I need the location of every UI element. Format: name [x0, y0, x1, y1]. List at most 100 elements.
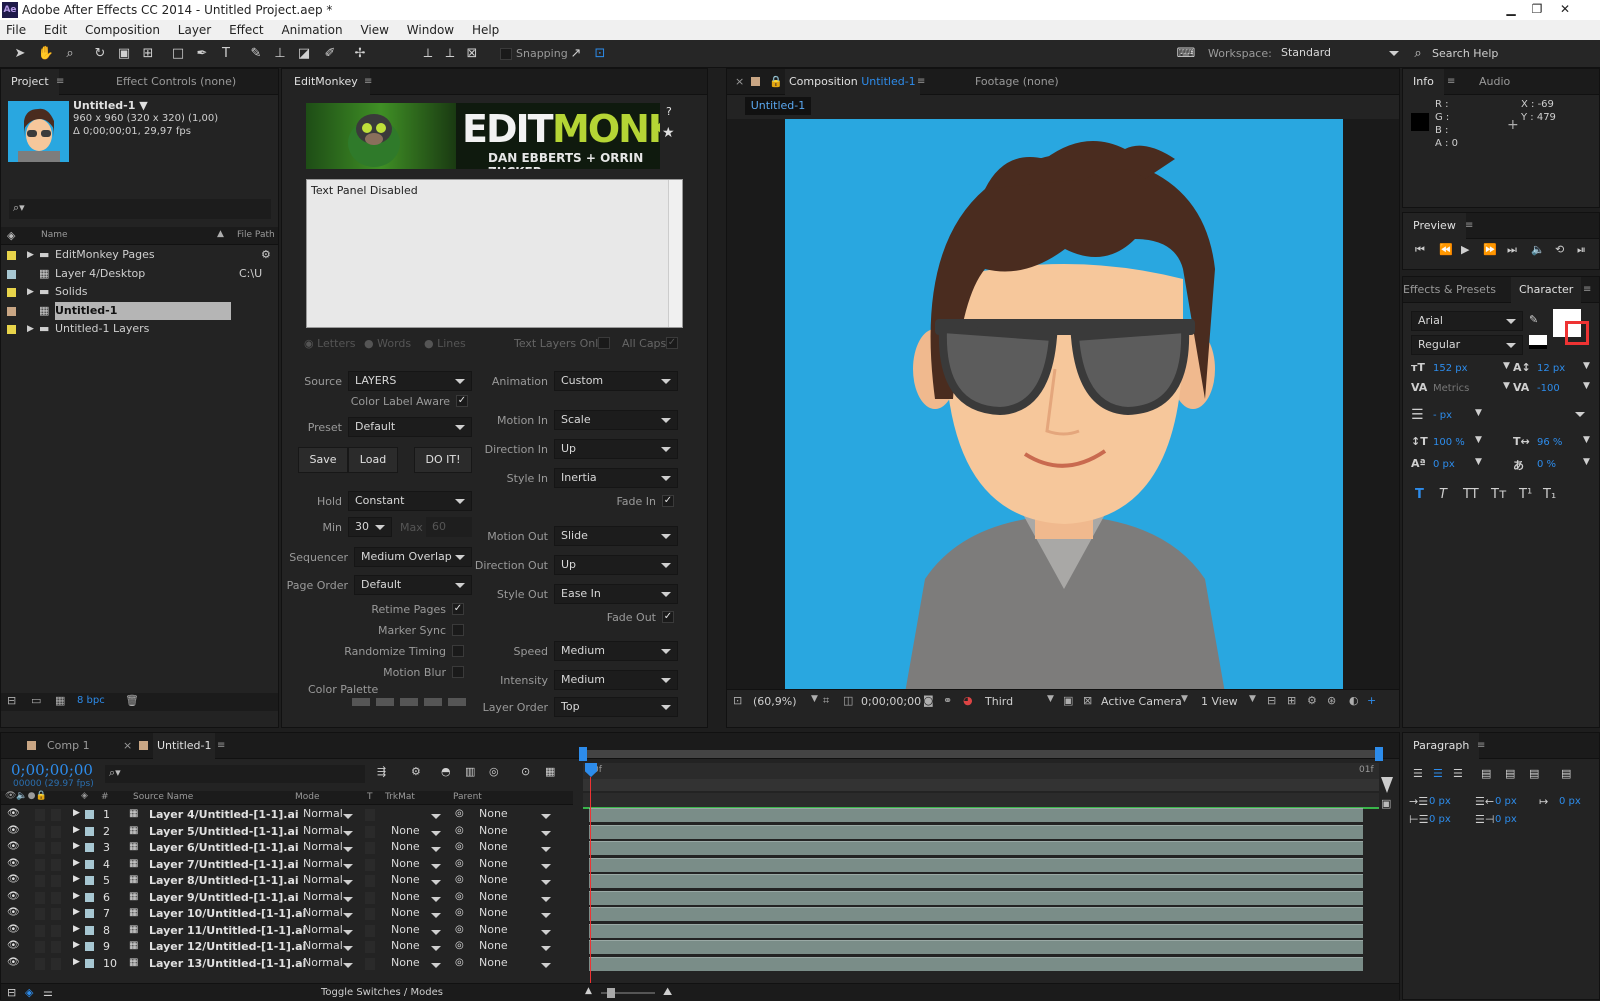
tab-menu-icon[interactable]: ≡ — [1477, 733, 1485, 759]
eyedropper-icon[interactable]: ✎ — [1529, 313, 1538, 326]
zoom-out-icon[interactable]: ▲ — [585, 986, 592, 996]
project-item[interactable]: ▦ Layer 4/Desktop C:\U — [1, 265, 278, 283]
graph-editor-icon[interactable]: ⊙ — [521, 765, 530, 778]
timeline-layer-row[interactable]: 👁 ▶ 6 ▦ Layer 9/Untitled-[1-1].ai Normal None ◎… — [1, 890, 573, 906]
tab-menu-icon[interactable]: ≡ — [1447, 69, 1455, 95]
first-frame-icon[interactable]: ⏮ — [1415, 243, 1425, 257]
views-arrow-icon[interactable]: ▼ — [1249, 694, 1256, 704]
vertical-scale-arrow-icon[interactable]: ▼ — [1475, 435, 1482, 445]
lock-switch[interactable] — [51, 858, 61, 871]
justify-all-icon[interactable]: ▤ — [1561, 767, 1571, 780]
label-color-swatch[interactable] — [7, 288, 16, 297]
vertical-scale-value[interactable]: 100 % — [1433, 437, 1465, 448]
label-color-swatch[interactable] — [7, 269, 16, 279]
subscript-icon[interactable]: T₁ — [1543, 487, 1556, 502]
tab-comp1[interactable]: Comp 1 — [47, 733, 90, 759]
layer-source-name[interactable]: Layer 4/Untitled-[1-1].ai — [149, 808, 299, 821]
show-snapshot-icon[interactable]: ⚭ — [943, 694, 952, 707]
tsume-value[interactable]: 0 % — [1537, 459, 1556, 470]
layer-mode-dropdown[interactable]: Normal — [297, 906, 359, 921]
lock-switch[interactable] — [51, 875, 61, 887]
solo-switch[interactable] — [35, 842, 45, 854]
maximize-icon[interactable]: ❐ — [1524, 1, 1550, 18]
pick-whip-icon[interactable]: ◎ — [455, 841, 464, 852]
preserve-transparency-switch[interactable] — [365, 908, 375, 920]
tab-footage[interactable]: Footage (none) — [975, 69, 1059, 95]
layer-parent-dropdown[interactable]: None — [473, 824, 557, 839]
rectangle-tool-icon[interactable]: □ — [168, 44, 188, 64]
menu-window[interactable]: Window — [407, 23, 454, 37]
favorite-star-icon[interactable]: ★ — [662, 125, 675, 141]
timeline-layer-row[interactable]: 👁 ▶ 2 ▦ Layer 5/Untitled-[1-1].ai Normal None ◎… — [1, 824, 573, 840]
layer-source-name[interactable]: Layer 8/Untitled-[1-1].ai — [149, 874, 299, 887]
style-out-dropdown[interactable]: Ease In — [554, 584, 678, 604]
eye-icon[interactable]: 👁 — [7, 891, 20, 902]
layer-mode-dropdown[interactable]: Normal — [297, 824, 359, 839]
pick-whip-icon[interactable]: ◎ — [455, 957, 464, 968]
transfer-controls-icon[interactable]: ◈ — [25, 986, 33, 999]
col-name[interactable]: Name — [41, 230, 68, 240]
direction-out-dropdown[interactable]: Up — [554, 555, 678, 575]
comp-viewer[interactable] — [727, 119, 1399, 701]
tab-preview[interactable]: Preview — [1403, 213, 1466, 239]
layer-mode-dropdown[interactable]: Normal — [297, 840, 359, 855]
brush-tool-icon[interactable]: ✎ — [246, 44, 266, 64]
region-of-interest-icon[interactable]: ▣ — [1063, 694, 1073, 707]
pick-whip-icon[interactable]: ◎ — [455, 808, 464, 819]
eye-icon[interactable]: 👁 — [7, 907, 20, 918]
preserve-transparency-switch[interactable] — [365, 809, 375, 821]
timeline-layer-row[interactable]: 👁 ▶ 1 ▦ Layer 4/Untitled-[1-1].ai Normal ◎ None — [1, 807, 573, 823]
comp-canvas[interactable] — [785, 119, 1343, 693]
layer-source-name[interactable]: Layer 10/Untitled-[1-1].ai — [149, 907, 306, 920]
layer-trkmat-dropdown[interactable] — [385, 807, 447, 822]
frame-blending-icon[interactable]: ▥ — [465, 765, 475, 778]
expand-twirl-icon[interactable]: ▶ — [73, 808, 80, 818]
tab-menu-icon[interactable]: ≡ — [917, 69, 925, 95]
tsume-arrow-icon[interactable]: ▼ — [1583, 457, 1590, 467]
eye-icon[interactable]: 👁 — [7, 841, 20, 852]
lock-switch[interactable] — [51, 908, 61, 920]
time-ruler[interactable]: 0f 01f — [583, 763, 1379, 779]
tab-menu-icon[interactable]: ≡ — [1465, 213, 1473, 239]
snap-target-icon[interactable]: ⊡ — [590, 44, 610, 64]
layer-duration-bar[interactable] — [589, 824, 1363, 839]
tab-project[interactable]: Project — [1, 69, 59, 95]
preserve-transparency-switch[interactable] — [365, 825, 375, 838]
kerning-value[interactable]: Metrics — [1433, 383, 1469, 394]
pick-whip-icon[interactable]: ◎ — [455, 858, 464, 869]
direction-in-dropdown[interactable]: Up — [554, 439, 678, 459]
layer-trkmat-dropdown[interactable]: None — [385, 873, 447, 888]
fast-previews-icon[interactable]: ⊞ — [1287, 694, 1296, 707]
justify-center-icon[interactable]: ▤ — [1505, 767, 1515, 780]
close-tab-icon[interactable]: × — [123, 733, 132, 759]
layer-source-name[interactable]: Layer 11/Untitled-[1-1].ai — [149, 924, 306, 937]
pick-whip-icon[interactable]: ◎ — [455, 825, 464, 836]
layer-trkmat-dropdown[interactable]: None — [385, 824, 447, 839]
interpret-footage-icon[interactable]: ⊟ — [7, 694, 16, 707]
layer-mode-dropdown[interactable]: Normal — [297, 873, 359, 888]
stroke-width-arrow-icon[interactable]: ▼ — [1475, 408, 1482, 418]
text-layers-only-checkbox[interactable] — [598, 337, 610, 349]
retime-pages-checkbox[interactable]: ✓ — [452, 603, 464, 615]
play-icon[interactable]: ▶ — [1461, 243, 1469, 256]
puppet-tool-icon[interactable]: ✢ — [350, 44, 370, 64]
solo-switch[interactable] — [35, 957, 45, 970]
radio-letters[interactable]: ◉ Letters — [304, 337, 355, 350]
timeline-layer-row[interactable]: 👁 ▶ 4 ▦ Layer 7/Untitled-[1-1].ai Normal None ◎… — [1, 857, 573, 873]
tab-effects-presets[interactable]: Effects & Presets — [1403, 277, 1496, 303]
all-caps-icon[interactable]: TT — [1463, 487, 1479, 502]
safe-zones-icon[interactable]: ⌗ — [823, 694, 829, 708]
solo-switch[interactable] — [35, 941, 45, 953]
work-area-bar[interactable] — [579, 747, 1383, 763]
font-size-arrow-icon[interactable]: ▼ — [1503, 361, 1510, 371]
layer-parent-dropdown[interactable]: None — [473, 956, 557, 971]
lock-switch[interactable] — [51, 891, 61, 904]
camera-tool-icon[interactable]: ▣ — [114, 44, 134, 64]
clone-stamp-tool-icon[interactable]: ⊥ — [270, 44, 290, 64]
tracking-arrow-icon[interactable]: ▼ — [1583, 381, 1590, 391]
do-it-button[interactable]: DO IT! — [414, 447, 472, 473]
zoom-in-icon[interactable]: ⛰ — [663, 985, 672, 999]
tab-character[interactable]: Character — [1511, 277, 1582, 303]
comp-timecode[interactable]: 0;00;00;00 — [861, 695, 921, 708]
snapping-checkbox[interactable] — [500, 48, 512, 60]
